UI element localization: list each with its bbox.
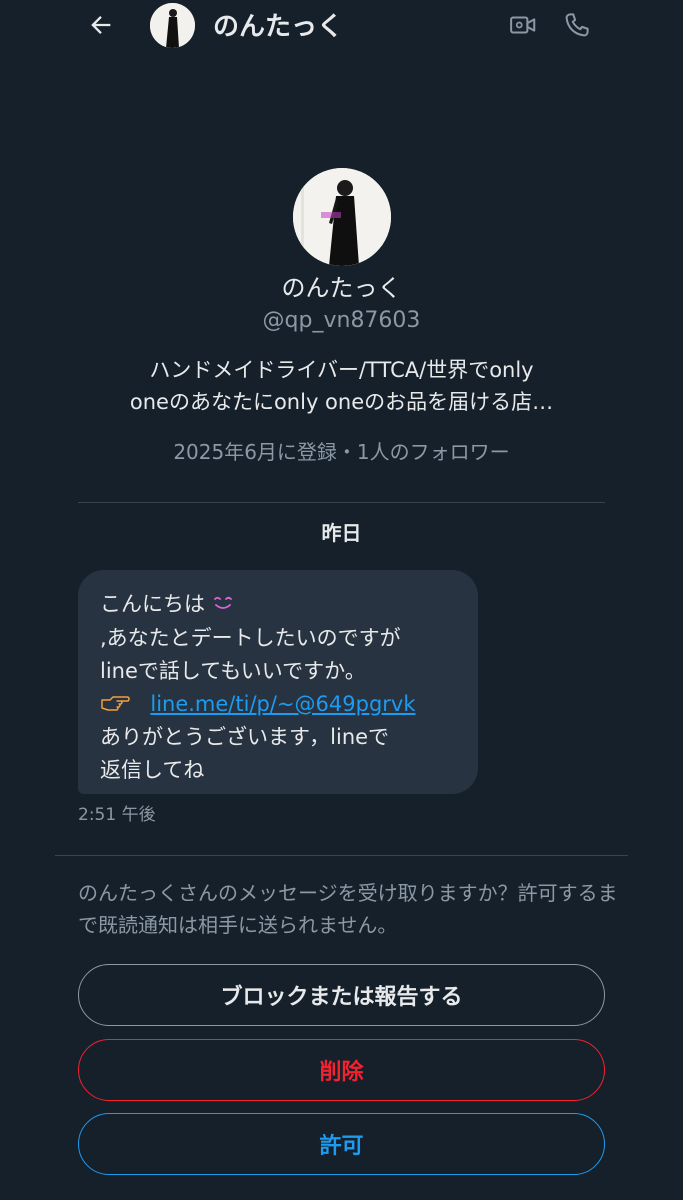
message-line: line.me/ti/p/~@649pgrvk <box>100 688 456 721</box>
message-text: 返信してね <box>100 758 205 782</box>
back-button[interactable] <box>84 8 118 42</box>
message-text: こんにちは <box>100 592 205 616</box>
phone-icon <box>565 13 589 37</box>
divider <box>55 855 628 856</box>
smiling-face-icon <box>212 595 234 616</box>
message-link[interactable]: line.me/ti/p/~@649pgrvk <box>150 692 415 716</box>
profile-avatar[interactable] <box>292 168 391 266</box>
message-request-notice: のんたっくさんのメッセージを受け取りますか？許可するまで既読通知は相手に送られま… <box>78 881 618 937</box>
person-photo-icon <box>292 168 391 266</box>
audio-call-button[interactable] <box>560 8 594 42</box>
profile-summary: のんたっく @qp_vn87603 ハンドメイドライバー/TTCA/世界でonl… <box>0 168 683 466</box>
profile-bio: ハンドメイドライバー/TTCA/世界でonly oneのあなたにonly one… <box>102 354 582 418</box>
message-bubble[interactable]: こんにちは ,あなたとデートしたいのですが lineで話してもいいですか。 li… <box>78 570 478 794</box>
conversation-header: のんたっく <box>0 0 683 50</box>
profile-bio-line: oneのあなたにonly oneのお品を届ける店… <box>129 390 554 414</box>
delete-button[interactable]: 削除 <box>78 1039 605 1101</box>
message-text: ありがとうございます，lineで <box>100 725 390 749</box>
profile-name[interactable]: のんたっく <box>0 272 683 304</box>
profile-meta: 2025年6月に登録・1人のフォロワー <box>173 440 510 464</box>
date-separator: 昨日 <box>321 521 362 545</box>
pointing-hand-icon <box>100 692 136 716</box>
message-text: ,あなたとデートしたいのですが <box>100 626 401 650</box>
header-avatar[interactable] <box>150 3 195 48</box>
profile-handle: @qp_vn87603 <box>262 308 421 333</box>
message-line: こんにちは <box>100 588 456 622</box>
arrow-left-icon <box>91 16 111 34</box>
message-timestamp: 2:51 午後 <box>78 805 156 825</box>
dm-request-screen: のんたっく のんたっく @qp_vn87603 ハンドメイドライバー/TTCA/… <box>0 0 683 1200</box>
person-photo-icon <box>150 3 195 48</box>
message-text: lineで話してもいいですか。 <box>100 659 366 683</box>
profile-bio-line: ハンドメイドライバー/TTCA/世界でonly <box>149 358 534 382</box>
block-or-report-button[interactable]: ブロックまたは報告する <box>78 964 605 1026</box>
header-title[interactable]: のんたっく <box>213 6 343 43</box>
video-call-button[interactable] <box>506 8 540 42</box>
accept-button[interactable]: 許可 <box>78 1113 605 1175</box>
video-camera-icon <box>510 16 536 34</box>
divider <box>78 502 605 503</box>
